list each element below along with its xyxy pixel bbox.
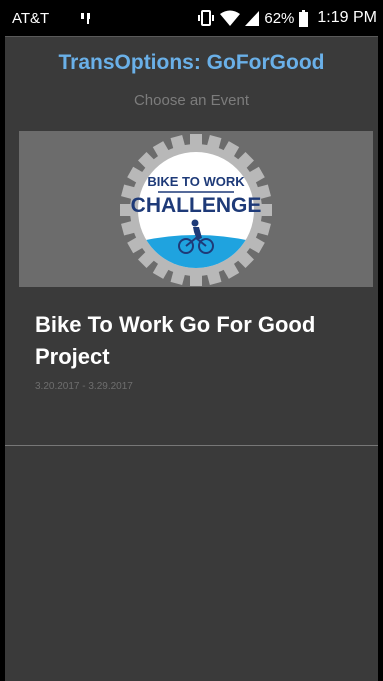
event-dates: 3.20.2017 - 3.29.2017 xyxy=(35,381,133,392)
notification-icon xyxy=(79,10,93,26)
app-content: TransOptions: GoForGood Choose an Event xyxy=(5,36,378,681)
status-bar: AT&T 62% 1:19 PM xyxy=(0,0,383,36)
logo-text-top: BIKE TO WORK xyxy=(147,174,245,189)
clock: 1:19 PM xyxy=(317,9,377,26)
page-subtitle: Choose an Event xyxy=(133,92,250,109)
divider xyxy=(5,445,378,446)
logo-text-main: CHALLENGE xyxy=(131,194,262,217)
event-title[interactable]: Bike To Work Go For Good Project xyxy=(35,309,365,373)
carrier-label: AT&T xyxy=(12,9,50,27)
event-banner[interactable]: BIKE TO WORK CHALLENGE xyxy=(19,131,373,287)
vibrate-icon xyxy=(197,10,215,26)
wifi-icon xyxy=(220,10,241,26)
app-title: TransOptions: GoForGood xyxy=(58,51,325,74)
event-card[interactable]: BIKE TO WORK CHALLENGE Bike To Work Go F… xyxy=(5,129,378,445)
status-icons: 62% 1:19 PM xyxy=(197,9,377,27)
phone-screen: AT&T 62% 1:19 PM TransOptions: GoForGood… xyxy=(0,0,383,681)
bike-to-work-challenge-logo: BIKE TO WORK CHALLENGE xyxy=(120,134,272,286)
battery-icon xyxy=(299,9,309,27)
signal-icon xyxy=(245,10,260,26)
battery-percent: 62% xyxy=(264,9,295,27)
